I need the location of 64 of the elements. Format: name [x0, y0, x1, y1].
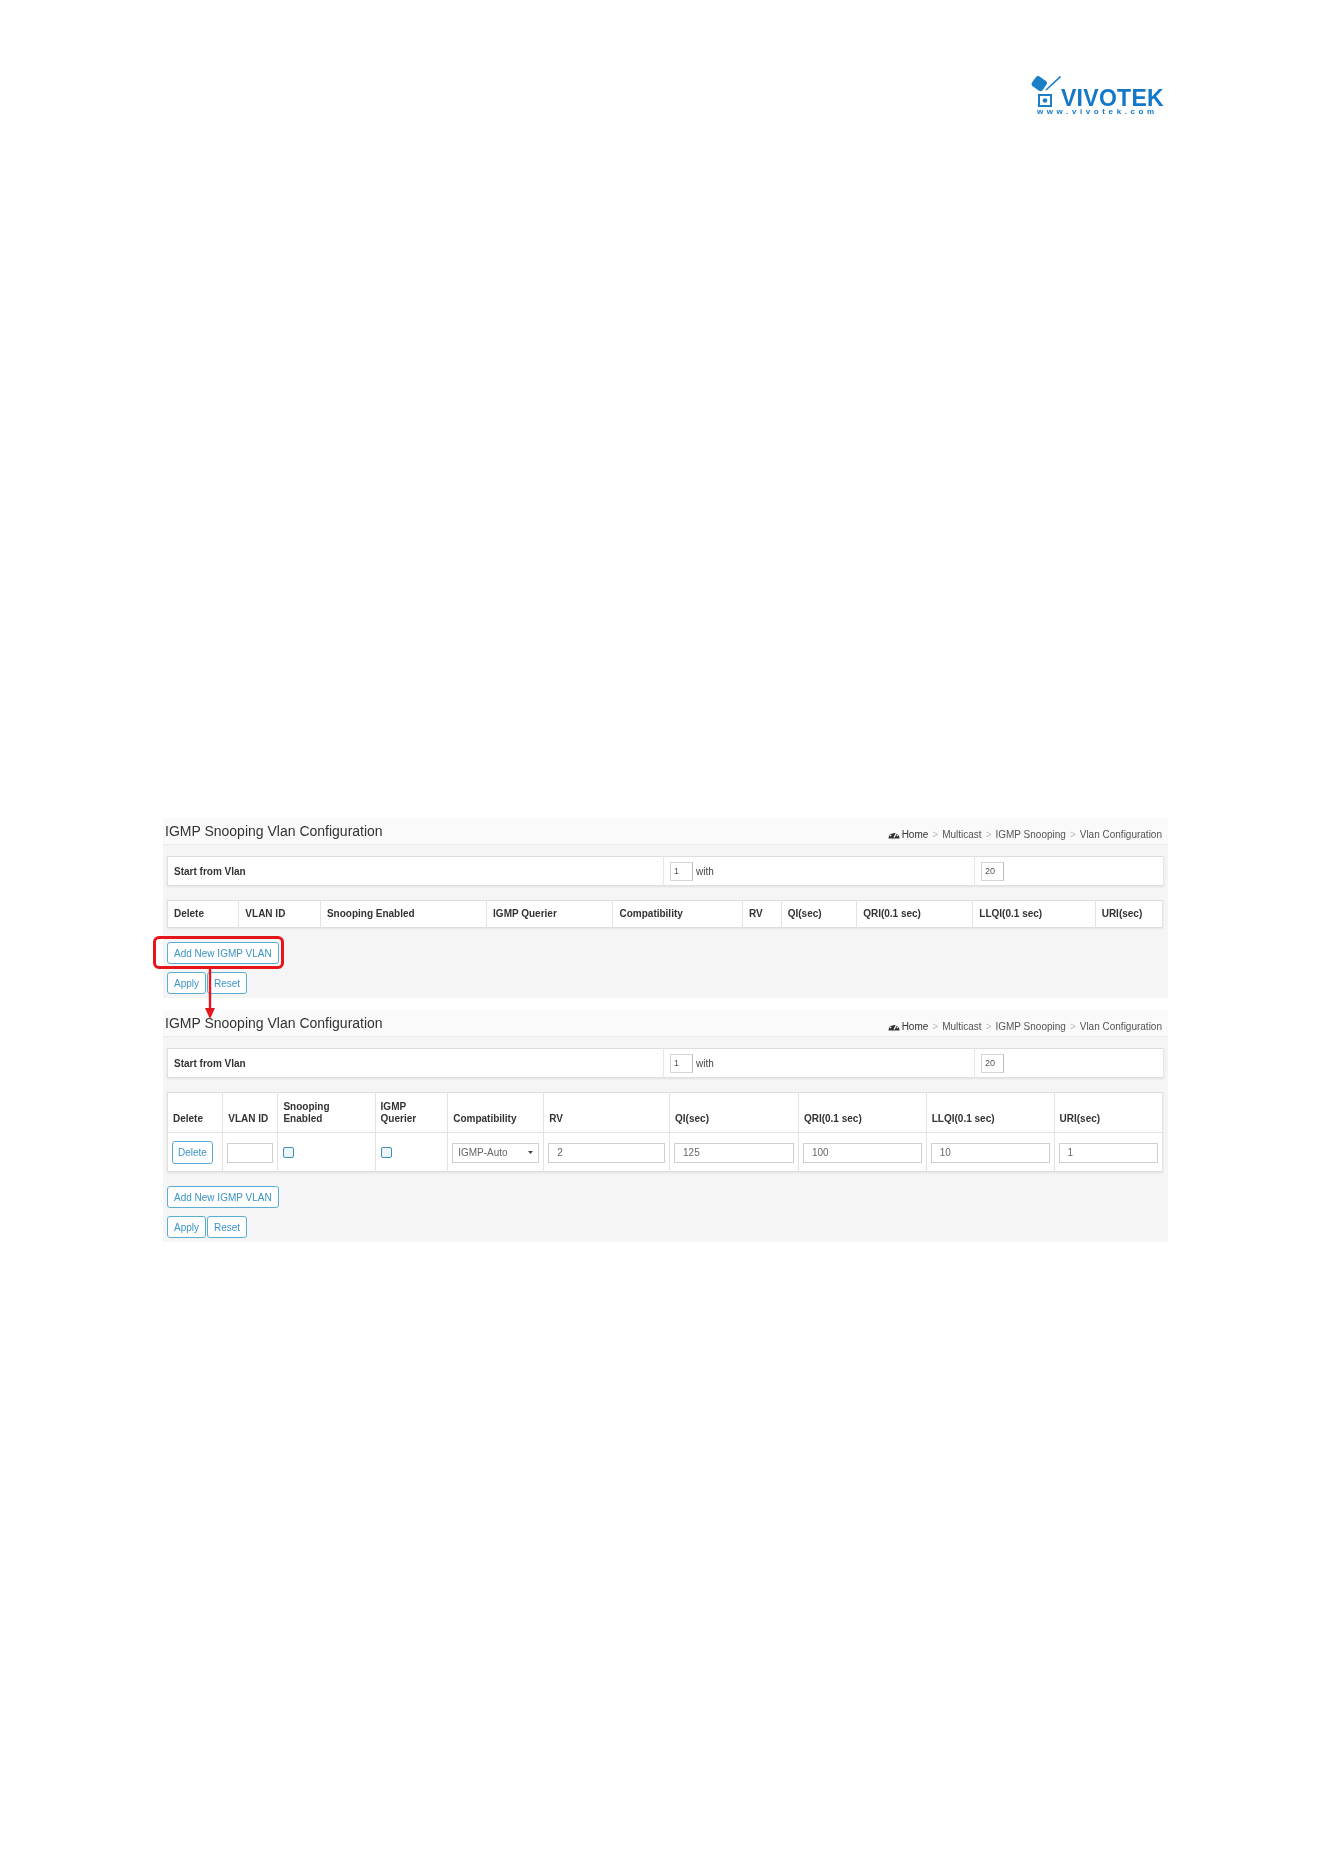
column-header: Compatibility: [613, 900, 743, 928]
column-header: IGMP Querier: [375, 1092, 448, 1133]
start-vlan-label: Start from Vlan: [167, 1048, 664, 1078]
column-header: LLQI(0.1 sec): [972, 900, 1096, 928]
input-field[interactable]: 1: [1058, 1142, 1158, 1163]
input-field[interactable]: [227, 1142, 274, 1163]
apply-button[interactable]: Apply: [167, 972, 206, 994]
entries-count-field[interactable]: 20: [981, 861, 1004, 881]
column-header: URI(sec): [1095, 900, 1163, 928]
column-header: Snooping Enabled: [277, 1092, 376, 1133]
column-header: URI(sec): [1054, 1092, 1163, 1133]
column-header: RV: [742, 900, 782, 928]
breadcrumb-link[interactable]: Vlan Configuration: [1079, 1020, 1162, 1032]
breadcrumb-separator: >: [932, 1020, 939, 1032]
breadcrumb-separator: >: [1069, 828, 1076, 840]
column-header: IGMP Querier: [486, 900, 613, 928]
start-vlan-field[interactable]: 1: [670, 1053, 693, 1073]
input-field[interactable]: 125: [674, 1142, 794, 1163]
reset-button[interactable]: Reset: [207, 1216, 248, 1238]
entries-count-field[interactable]: 20: [981, 1053, 1004, 1073]
delete-button[interactable]: Delete: [172, 1141, 213, 1164]
camera-icon: [1030, 76, 1061, 107]
column-header: QRI(0.1 sec): [856, 900, 973, 928]
column-header: VLAN ID: [238, 900, 321, 928]
column-header: Snooping Enabled: [320, 900, 487, 928]
column-header: QI(sec): [669, 1092, 799, 1133]
column-header: Delete: [167, 1092, 223, 1133]
breadcrumb-link[interactable]: Home: [901, 1020, 929, 1032]
breadcrumb-link[interactable]: Vlan Configuration: [1079, 828, 1162, 840]
reset-button[interactable]: Reset: [207, 972, 248, 994]
add-vlan-button[interactable]: Add New IGMP VLAN: [167, 942, 279, 964]
page-title: IGMP Snooping Vlan Configuration: [165, 823, 383, 839]
with-label: with: [696, 1057, 714, 1069]
breadcrumb-separator: >: [1069, 1020, 1076, 1032]
page-title: IGMP Snooping Vlan Configuration: [165, 1015, 383, 1031]
breadcrumb-separator: >: [985, 1020, 992, 1032]
input-field[interactable]: 10: [930, 1142, 1050, 1163]
column-header: QI(sec): [781, 900, 857, 928]
apply-button[interactable]: Apply: [167, 1216, 206, 1238]
column-header: Compatibility: [447, 1092, 544, 1133]
checkbox[interactable]: [380, 1147, 392, 1158]
breadcrumb-link[interactable]: IGMP Snooping: [995, 1020, 1066, 1032]
column-header: QRI(0.1 sec): [798, 1092, 927, 1133]
column-header: VLAN ID: [222, 1092, 278, 1133]
column-header: Delete: [167, 900, 239, 928]
start-vlan-field[interactable]: 1: [670, 861, 693, 881]
dropdown[interactable]: IGMP-Auto: [452, 1142, 540, 1163]
breadcrumb-separator: >: [985, 828, 992, 840]
logo-wordmark: VIVOTEK: [1060, 89, 1164, 107]
input-field[interactable]: 2: [548, 1142, 666, 1163]
checkbox[interactable]: [283, 1147, 295, 1158]
breadcrumb-link[interactable]: Multicast: [942, 1020, 982, 1032]
input-field[interactable]: 100: [802, 1142, 922, 1163]
column-header: LLQI(0.1 sec): [926, 1092, 1055, 1133]
breadcrumb-link[interactable]: Home: [901, 828, 929, 840]
with-label: with: [696, 865, 714, 877]
breadcrumb-separator: >: [932, 828, 939, 840]
start-vlan-label: Start from Vlan: [167, 856, 664, 886]
add-vlan-button[interactable]: Add New IGMP VLAN: [167, 1186, 279, 1208]
breadcrumb-link[interactable]: Multicast: [942, 828, 982, 840]
caret-icon: [528, 1151, 534, 1154]
breadcrumb-link[interactable]: IGMP Snooping: [995, 828, 1066, 840]
logo-url: www.vivotek.com: [1036, 108, 1159, 116]
column-header: RV: [543, 1092, 670, 1133]
